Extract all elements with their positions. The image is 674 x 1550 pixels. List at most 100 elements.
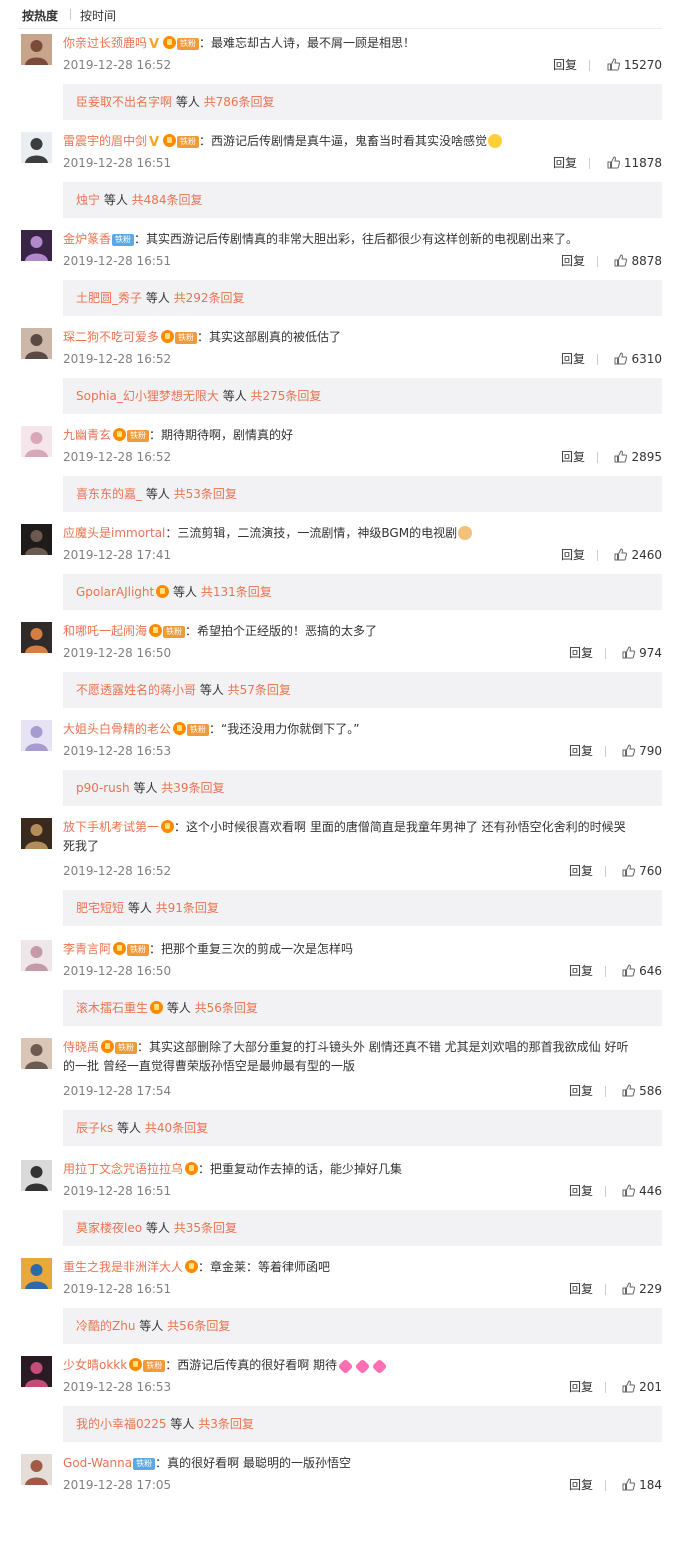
sub-reply-username[interactable]: 辰子ks bbox=[76, 1121, 113, 1135]
reply-count-link[interactable]: 共292条回复 bbox=[174, 291, 245, 305]
sub-reply-username[interactable]: 不愿透露姓名的蒋小哥 bbox=[76, 683, 196, 697]
sub-replies-box[interactable]: p90-rush 等人 共39条回复 bbox=[63, 770, 662, 806]
username-link[interactable]: 你亲过长颈鹿吗 bbox=[63, 36, 147, 50]
sub-replies-box[interactable]: 莫家楼夜leo 等人 共35条回复 bbox=[63, 1210, 662, 1246]
username-link[interactable]: 和哪吒一起闹海 bbox=[63, 624, 147, 638]
reply-button[interactable]: 回复 bbox=[561, 448, 585, 466]
avatar[interactable] bbox=[21, 524, 52, 555]
sub-replies-box[interactable]: 我的小幸福0225 等人 共3条回复 bbox=[63, 1406, 662, 1442]
reply-count-link[interactable]: 共484条回复 bbox=[132, 193, 203, 207]
reply-count-link[interactable]: 共39条回复 bbox=[161, 781, 224, 795]
sub-replies-box[interactable]: 肥宅短短 等人 共91条回复 bbox=[63, 890, 662, 926]
reply-count-link[interactable]: 共53条回复 bbox=[174, 487, 237, 501]
avatar[interactable] bbox=[21, 426, 52, 457]
like-button[interactable]: 15270 bbox=[607, 56, 662, 74]
sub-reply-username[interactable]: 冷酷的Zhu bbox=[76, 1319, 135, 1333]
username-link[interactable]: 琛二狗不吃可爱多 bbox=[63, 330, 159, 344]
sub-reply-username[interactable]: 肥宅短短 bbox=[76, 901, 124, 915]
like-button[interactable]: 229 bbox=[622, 1280, 662, 1298]
sub-reply-username[interactable]: 烛宁 bbox=[76, 193, 100, 207]
username-link[interactable]: 侍晓禹 bbox=[63, 1040, 99, 1054]
reply-button[interactable]: 回复 bbox=[569, 862, 593, 880]
sub-replies-box[interactable]: 冷酷的Zhu 等人 共56条回复 bbox=[63, 1308, 662, 1344]
reply-count-link[interactable]: 共40条回复 bbox=[145, 1121, 208, 1135]
username-link[interactable]: 李青言阿 bbox=[63, 942, 111, 956]
sub-replies-box[interactable]: Sophia_幻小狸梦想无限大 等人 共275条回复 bbox=[63, 378, 662, 414]
reply-count-link[interactable]: 共3条回复 bbox=[198, 1417, 254, 1431]
username-link[interactable]: 少女晴okkk bbox=[63, 1358, 127, 1372]
sub-reply-username[interactable]: Sophia_幻小狸梦想无限大 bbox=[76, 389, 219, 403]
sub-reply-username[interactable]: GpolarAJlight bbox=[76, 585, 154, 599]
avatar[interactable] bbox=[21, 1160, 52, 1191]
like-button[interactable]: 974 bbox=[622, 644, 662, 662]
reply-count-link[interactable]: 共57条回复 bbox=[228, 683, 291, 697]
sub-replies-box[interactable]: 喜东东的嘉_ 等人 共53条回复 bbox=[63, 476, 662, 512]
avatar[interactable] bbox=[21, 1356, 52, 1387]
username-link[interactable]: 放下手机考试第一 bbox=[63, 820, 159, 834]
like-button[interactable]: 6310 bbox=[614, 350, 662, 368]
like-button[interactable]: 446 bbox=[622, 1182, 662, 1200]
like-button[interactable]: 201 bbox=[622, 1378, 662, 1396]
like-button[interactable]: 184 bbox=[622, 1476, 662, 1494]
username-link[interactable]: God-Wanna bbox=[63, 1456, 132, 1470]
avatar[interactable] bbox=[21, 940, 52, 971]
reply-button[interactable]: 回复 bbox=[553, 154, 577, 172]
username-link[interactable]: 大姐头白骨精的老公 bbox=[63, 722, 171, 736]
reply-button[interactable]: 回复 bbox=[561, 252, 585, 270]
reply-button[interactable]: 回复 bbox=[569, 962, 593, 980]
sub-reply-username[interactable]: 滚木擂石重生 bbox=[76, 1001, 148, 1015]
like-button[interactable]: 646 bbox=[622, 962, 662, 980]
sub-reply-username[interactable]: 莫家楼夜leo bbox=[76, 1221, 142, 1235]
reply-count-link[interactable]: 共56条回复 bbox=[195, 1001, 258, 1015]
avatar[interactable] bbox=[21, 230, 52, 261]
tab-sort-by-hot[interactable]: 按热度 bbox=[22, 7, 58, 24]
avatar[interactable] bbox=[21, 1454, 52, 1485]
like-button[interactable]: 760 bbox=[622, 862, 662, 880]
reply-button[interactable]: 回复 bbox=[569, 644, 593, 662]
reply-button[interactable]: 回复 bbox=[569, 1280, 593, 1298]
sub-replies-box[interactable]: GpolarAJlight 等人 共131条回复 bbox=[63, 574, 662, 610]
sub-reply-username[interactable]: 土肥圆_秀子 bbox=[76, 291, 142, 305]
like-button[interactable]: 2460 bbox=[614, 546, 662, 564]
reply-count-link[interactable]: 共786条回复 bbox=[204, 95, 275, 109]
reply-count-link[interactable]: 共91条回复 bbox=[156, 901, 219, 915]
username-link[interactable]: 用拉丁文念咒语拉拉乌 bbox=[63, 1162, 183, 1176]
sub-replies-box[interactable]: 辰子ks 等人 共40条回复 bbox=[63, 1110, 662, 1146]
username-link[interactable]: 应魔头是immortal bbox=[63, 526, 165, 540]
reply-button[interactable]: 回复 bbox=[569, 1182, 593, 1200]
reply-button[interactable]: 回复 bbox=[553, 56, 577, 74]
like-button[interactable]: 586 bbox=[622, 1082, 662, 1100]
avatar[interactable] bbox=[21, 132, 52, 163]
reply-button[interactable]: 回复 bbox=[569, 1082, 593, 1100]
username-link[interactable]: 九幽青玄 bbox=[63, 428, 111, 442]
avatar[interactable] bbox=[21, 1038, 52, 1069]
sub-replies-box[interactable]: 土肥圆_秀子 等人 共292条回复 bbox=[63, 280, 662, 316]
reply-button[interactable]: 回复 bbox=[569, 1476, 593, 1494]
sub-replies-box[interactable]: 臣妾取不出名字啊 等人 共786条回复 bbox=[63, 84, 662, 120]
reply-button[interactable]: 回复 bbox=[569, 742, 593, 760]
sub-reply-username[interactable]: p90-rush bbox=[76, 781, 130, 795]
sub-replies-box[interactable]: 烛宁 等人 共484条回复 bbox=[63, 182, 662, 218]
reply-count-link[interactable]: 共56条回复 bbox=[167, 1319, 230, 1333]
reply-button[interactable]: 回复 bbox=[561, 546, 585, 564]
like-button[interactable]: 2895 bbox=[614, 448, 662, 466]
username-link[interactable]: 金炉篆香 bbox=[63, 232, 111, 246]
sub-reply-username[interactable]: 我的小幸福0225 bbox=[76, 1417, 167, 1431]
sub-replies-box[interactable]: 滚木擂石重生 等人 共56条回复 bbox=[63, 990, 662, 1026]
avatar[interactable] bbox=[21, 622, 52, 653]
avatar[interactable] bbox=[21, 720, 52, 751]
sub-reply-username[interactable]: 喜东东的嘉_ bbox=[76, 487, 142, 501]
avatar[interactable] bbox=[21, 328, 52, 359]
avatar[interactable] bbox=[21, 818, 52, 849]
username-link[interactable]: 雷震宇的眉中剑 bbox=[63, 134, 147, 148]
avatar[interactable] bbox=[21, 1258, 52, 1289]
reply-count-link[interactable]: 共131条回复 bbox=[201, 585, 272, 599]
like-button[interactable]: 790 bbox=[622, 742, 662, 760]
reply-button[interactable]: 回复 bbox=[561, 350, 585, 368]
tab-sort-by-time[interactable]: 按时间 bbox=[80, 7, 116, 24]
reply-button[interactable]: 回复 bbox=[569, 1378, 593, 1396]
reply-count-link[interactable]: 共275条回复 bbox=[251, 389, 322, 403]
sub-reply-username[interactable]: 臣妾取不出名字啊 bbox=[76, 95, 172, 109]
reply-count-link[interactable]: 共35条回复 bbox=[174, 1221, 237, 1235]
avatar[interactable] bbox=[21, 34, 52, 65]
